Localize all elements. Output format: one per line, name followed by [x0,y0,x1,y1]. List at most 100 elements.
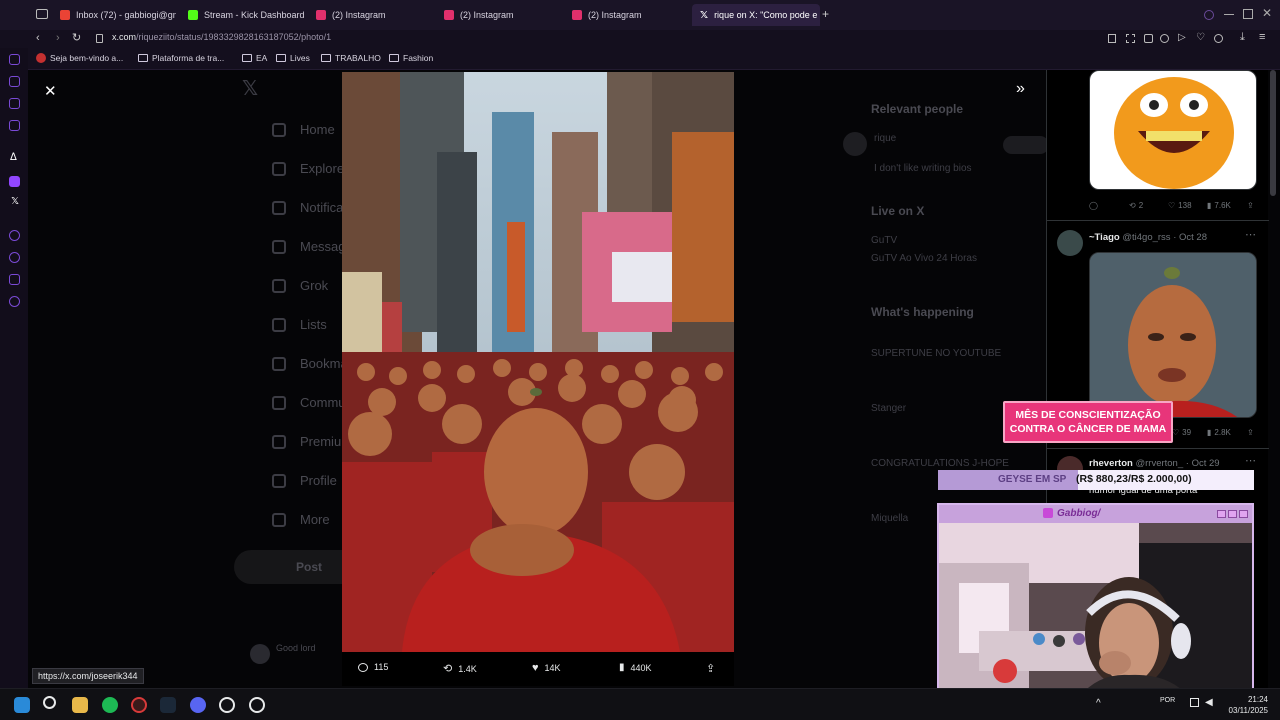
download-icon[interactable]: ⤓ [1240,31,1245,44]
search-icon[interactable] [1204,10,1214,20]
tab-instagram-3[interactable]: (2) Instagram [564,4,690,26]
more-options-icon[interactable]: ⋯ [1245,228,1256,241]
menu-icon[interactable]: ≡ [1259,31,1265,43]
spotify-icon[interactable] [102,697,118,713]
views-icon: ▮ [1207,428,1212,437]
reply-icon[interactable]: ◯ [1089,201,1098,210]
steam-icon[interactable] [160,697,176,713]
close-icon[interactable] [1239,510,1248,518]
clock[interactable]: 21:24 03/11/2025 [1229,694,1268,716]
maximize-icon[interactable] [1228,510,1237,518]
scrollbar[interactable] [1270,70,1276,196]
whatsapp-icon[interactable] [9,76,20,87]
tab-gmail[interactable]: Inbox (72) - gabbiogi@gm [52,4,176,26]
like-button[interactable]: ♥ 14K [532,662,561,674]
back-icon[interactable]: ‹ [36,32,40,44]
close-window-icon[interactable]: ✕ [1262,6,1272,20]
language-indicator[interactable]: POR [1160,697,1175,704]
shield-icon[interactable] [1144,34,1153,43]
windows-start-icon[interactable] [14,697,30,713]
minimize-icon[interactable] [1217,510,1226,518]
maximize-icon[interactable] [1243,9,1253,19]
search-icon[interactable] [43,696,56,709]
screenshot-icon[interactable] [1126,34,1135,43]
bookmark-platform[interactable]: Plataforma de tra... [138,53,224,63]
post-author[interactable]: rheverton @rrverton_ · Oct 29 [1089,458,1220,469]
instagram-side-icon[interactable] [9,98,20,109]
epic-games-icon[interactable] [219,697,235,713]
nav-premium[interactable]: Premium [272,434,352,449]
views-stat[interactable]: ▮ 7.6K [1207,201,1231,210]
discord-icon[interactable] [190,697,206,713]
forward-icon[interactable]: › [56,32,60,44]
tab-x-post[interactable]: 𝕏rique on X: "Como pode e [692,4,820,26]
tab-kick[interactable]: Stream - Kick Dashboard [180,4,306,26]
trend-item[interactable]: CONGRATULATIONS J-HOPE [871,458,1009,469]
share-icon[interactable]: ⇪ [1247,428,1254,437]
history-icon[interactable] [9,252,20,263]
bookmark-ea[interactable]: EA [242,53,267,63]
repost-stat[interactable]: ⟲ 2 [1129,201,1143,210]
kick-side-icon[interactable]: ᐃ [10,152,17,163]
play-icon[interactable]: ▷ [1178,32,1186,43]
tab-actions-icon[interactable] [36,9,48,19]
player-icon[interactable] [9,230,20,241]
bookmark-fashion[interactable]: Fashion [389,53,433,63]
nav-grok[interactable]: Grok [272,278,328,293]
obs-icon[interactable] [249,697,265,713]
new-tab-button[interactable]: + [822,7,829,21]
opera-gx-icon[interactable] [131,697,147,713]
post-photo[interactable] [342,72,734,652]
share-icon[interactable]: ⇪ [1247,201,1254,210]
chevron-up-icon[interactable]: ^ [1096,698,1101,709]
close-photo-icon[interactable]: ✕ [44,82,57,100]
heart-icon[interactable]: ♡ [1196,32,1205,43]
post-image[interactable] [1089,70,1257,190]
post-date: Oct 28 [1179,232,1208,243]
trend-item[interactable]: Stanger [871,403,906,414]
post-author[interactable]: ~Tiago @ti4go_rss · Oct 28 [1089,232,1207,243]
views-button[interactable]: ▮ 440K [619,662,652,673]
like-stat[interactable]: ♡ 39 [1172,428,1191,437]
lock-icon[interactable] [96,34,103,43]
bookmark-trabalho[interactable]: TRABALHO [321,53,381,63]
settings-icon[interactable] [9,296,20,307]
file-explorer-icon[interactable] [72,697,88,713]
avatar[interactable] [1057,230,1083,256]
x-side-icon[interactable]: 𝕏 [11,196,19,207]
snapshot-icon[interactable] [1214,34,1223,43]
url-field[interactable]: x.com/riqueziito/status/1983329828163187… [112,32,331,42]
nav-more[interactable]: More [272,512,330,527]
pin-icon[interactable] [1108,34,1116,43]
messenger-icon[interactable] [9,120,20,131]
nav-explore[interactable]: Explore [272,161,344,176]
more-options-icon[interactable]: ⋯ [1245,454,1256,467]
post-image[interactable] [1089,252,1257,418]
tab-instagram-1[interactable]: (2) Instagram [308,4,434,26]
views-stat[interactable]: ▮ 2.8K [1207,428,1231,437]
nav-profile[interactable]: Profile [272,473,337,488]
share-button[interactable]: ⇪ [706,662,715,675]
minimize-icon[interactable] [1224,14,1234,15]
like-stat[interactable]: ♡ 138 [1168,201,1192,210]
pinboard-icon[interactable] [9,274,20,285]
nav-home[interactable]: Home [272,122,335,137]
reply-button[interactable]: 115 [358,662,388,672]
volume-icon[interactable]: ◀ [1205,697,1213,708]
tab-instagram-2[interactable]: (2) Instagram [436,4,562,26]
follow-button[interactable] [1003,136,1049,154]
trend-item[interactable]: Miquella [871,513,908,524]
reply-icon [358,662,368,672]
reload-icon[interactable]: ↻ [72,31,81,44]
bookmark-welcome[interactable]: Seja bem-vindo a... [36,53,123,63]
twitch-icon[interactable] [9,176,20,187]
monitor-icon[interactable] [1190,698,1199,707]
bookmark-lives[interactable]: Lives [276,53,310,63]
expand-panel-icon[interactable]: » [1016,80,1025,98]
aria-icon[interactable] [9,54,20,65]
nav-lists[interactable]: Lists [272,317,327,332]
repost-button[interactable]: ⟲ 1.4K [443,662,477,675]
trend-item[interactable]: SUPERTUNE NO YOUTUBE [871,348,1001,359]
avatar[interactable] [250,644,270,664]
extension-icon[interactable] [1160,34,1169,43]
